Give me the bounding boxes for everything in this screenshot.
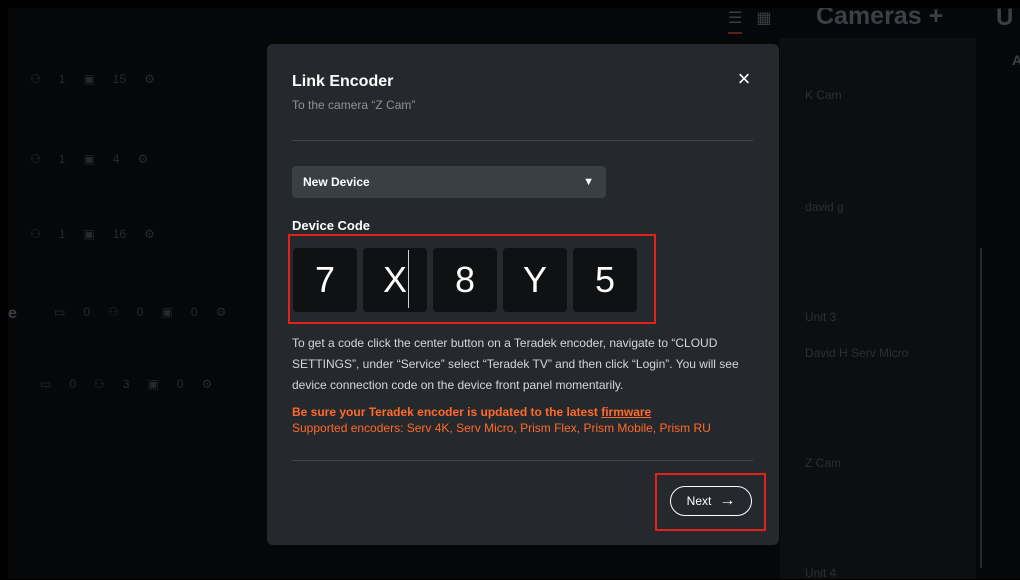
text-caret (408, 250, 409, 308)
chevron-down-icon: ▼ (583, 176, 594, 188)
film-icon: ▣ (83, 227, 95, 241)
code-digit-4[interactable]: Y (503, 248, 567, 312)
user-icon: ⚇ (108, 305, 119, 319)
film-icon: ▣ (161, 305, 173, 319)
code-digit-1[interactable]: 7 (293, 248, 357, 312)
gear-icon: ⚙ (137, 152, 149, 166)
help-text: To get a code click the center button on… (292, 336, 739, 392)
gear-icon: ⚙ (215, 305, 227, 319)
device-select[interactable]: New Device ▼ (292, 166, 606, 198)
list-item: Unit 3 (805, 310, 837, 324)
bg-row: ⚇ 1 ▣ 16 ⚙ (30, 227, 155, 241)
film-icon: ▣ (83, 72, 95, 86)
cameras-panel: K Cam david g Unit 3 David H Serv Micro … (780, 38, 982, 580)
bg-row: ⚇ 1 ▣ 15 ⚙ (30, 72, 155, 86)
bg-row: ▭ 0 ⚇ 0 ▣ 0 ⚙ (54, 305, 227, 319)
user-icon: ⚇ (30, 152, 41, 166)
bg-row: ▭ 0 ⚇ 3 ▣ 0 ⚙ (40, 377, 213, 391)
user-icon: ⚇ (30, 227, 41, 241)
cameras-heading: Cameras + (816, 8, 944, 30)
film-icon: ▣ (147, 377, 159, 391)
link-encoder-modal: Link Encoder To the camera “Z Cam” × New… (267, 44, 779, 545)
bg-letter: A (1012, 52, 1020, 68)
code-digit-5[interactable]: 5 (573, 248, 637, 312)
user-icon: ⚇ (94, 377, 105, 391)
gear-icon: ⚙ (144, 227, 155, 241)
device-code-label: Device Code (292, 218, 371, 233)
supported-encoders: Supported encoders: Serv 4K, Serv Micro,… (292, 421, 711, 435)
modal-title: Link Encoder (292, 73, 394, 90)
bg-letter: e (8, 305, 17, 322)
user-icon: ⚇ (30, 72, 41, 86)
modal-subtitle: To the camera “Z Cam” (292, 98, 416, 112)
list-item: Unit 4 (805, 566, 837, 580)
gear-icon: ⚙ (144, 72, 155, 86)
code-digit-2[interactable]: X (363, 248, 427, 312)
firmware-link[interactable]: firmware (601, 405, 651, 419)
list-item: David H Serv Micro (805, 346, 909, 360)
film-icon: ▣ (83, 152, 95, 166)
view-toggle: ☰ ▦ (728, 8, 771, 34)
list-item: K Cam (805, 88, 842, 102)
next-button[interactable]: Next → (670, 486, 752, 516)
firmware-warning: Be sure your Teradek encoder is updated … (292, 405, 652, 419)
grid-view-icon: ▦ (756, 10, 772, 27)
list-item: david g (805, 200, 844, 214)
camera-icon: ▭ (40, 377, 52, 391)
device-select-value: New Device (303, 175, 370, 189)
list-item: Z Cam (805, 456, 841, 470)
divider (292, 140, 753, 141)
scrollbar (980, 248, 982, 568)
bg-letter: U (996, 8, 1014, 31)
device-code-input[interactable]: 7 X 8 Y 5 (293, 248, 637, 312)
arrow-right-icon: → (719, 492, 736, 509)
camera-icon: ▭ (54, 305, 66, 319)
code-digit-3[interactable]: 8 (433, 248, 497, 312)
divider (292, 460, 753, 461)
next-button-label: Next (686, 494, 712, 508)
gear-icon: ⚙ (201, 377, 213, 391)
list-view-icon: ☰ (728, 8, 743, 34)
bg-row: ⚇ 1 ▣ 4 ⚙ (30, 152, 149, 166)
close-icon[interactable]: × (733, 68, 755, 90)
